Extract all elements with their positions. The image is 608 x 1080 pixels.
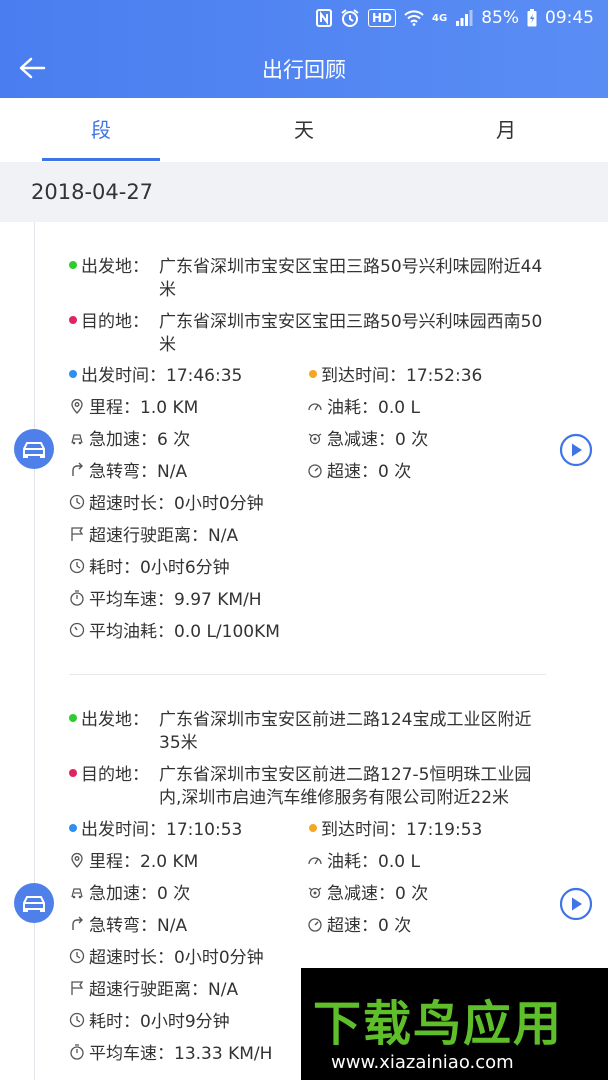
depart-time: 出发时间：17:46:35 bbox=[69, 364, 242, 388]
brake-icon bbox=[308, 887, 322, 899]
overspeed-distance: 超速行驶距离：N/A bbox=[69, 978, 238, 1002]
hard-accel: 急加速：6 次 bbox=[69, 428, 190, 452]
origin-address: 广东省深圳市宝安区前进二路124宝成工业区附近35米 bbox=[159, 710, 532, 753]
duration: 耗时：0小时9分钟 bbox=[69, 1010, 230, 1034]
app-header: HD 4G 85% 09:45 出行回顾 bbox=[0, 0, 608, 98]
active-tab-indicator bbox=[42, 158, 160, 161]
origin-address: 广东省深圳市宝安区宝田三路50号兴利味园附近44米 bbox=[159, 257, 543, 300]
battery-icon bbox=[527, 9, 537, 27]
fuel-gauge-icon bbox=[69, 622, 85, 638]
destination-address: 广东省深圳市宝安区宝田三路50号兴利味园西南50米 bbox=[159, 312, 543, 355]
clock-icon bbox=[69, 558, 85, 574]
gauge-icon bbox=[308, 857, 322, 865]
hd-badge: HD bbox=[368, 9, 397, 27]
date-header: 2018-04-27 bbox=[0, 162, 608, 222]
play-icon bbox=[559, 887, 593, 921]
car-icon bbox=[14, 883, 54, 923]
title-bar: 出行回顾 bbox=[0, 38, 608, 98]
depart-dot-icon bbox=[69, 370, 77, 378]
trip-divider bbox=[69, 674, 546, 675]
trip-origin: 出发地： 广东省深圳市宝安区前进二路124宝成工业区附近35米 bbox=[69, 709, 549, 753]
location-pin-icon bbox=[71, 852, 83, 868]
destination-dot-icon bbox=[69, 769, 77, 777]
arrive-time: 到达时间：17:19:53 bbox=[309, 818, 482, 842]
turn-arrow-icon bbox=[72, 462, 83, 476]
mileage: 里程：2.0 KM bbox=[69, 850, 198, 874]
location-pin-icon bbox=[71, 398, 83, 414]
playback-button[interactable] bbox=[559, 433, 593, 467]
battery-percent: 85% bbox=[481, 8, 519, 28]
overspeed: 超速：0 次 bbox=[307, 460, 411, 484]
acceleration-icon bbox=[71, 434, 83, 445]
speedometer-icon bbox=[308, 918, 322, 932]
hard-brake: 急减速：0 次 bbox=[307, 882, 428, 906]
gauge-icon bbox=[308, 403, 322, 411]
watermark: 下载鸟应用 www.xiazainiao.com bbox=[301, 968, 608, 1080]
turn-arrow-icon bbox=[72, 916, 83, 930]
fuel: 油耗：0.0 L bbox=[307, 850, 420, 874]
duration: 耗时：0小时6分钟 bbox=[69, 556, 230, 580]
tab-day[interactable]: 天 bbox=[244, 98, 364, 162]
speedometer-icon bbox=[308, 464, 322, 478]
status-bar: HD 4G 85% 09:45 bbox=[0, 0, 608, 38]
trip-destination: 目的地： 广东省深圳市宝安区宝田三路50号兴利味园西南50米 bbox=[69, 311, 549, 355]
watermark-url: www.xiazainiao.com bbox=[331, 1052, 514, 1073]
mileage: 里程：1.0 KM bbox=[69, 396, 198, 420]
signal-icon bbox=[455, 10, 473, 26]
tab-segment[interactable]: 段 bbox=[41, 98, 161, 162]
flag-icon bbox=[71, 981, 84, 995]
timeline-line bbox=[34, 222, 35, 1080]
period-tabs: 段 天 月 bbox=[0, 98, 608, 162]
fuel: 油耗：0.0 L bbox=[307, 396, 420, 420]
trip-origin: 出发地： 广东省深圳市宝安区宝田三路50号兴利味园附近44米 bbox=[69, 256, 549, 300]
tab-month[interactable]: 月 bbox=[446, 98, 566, 162]
brake-icon bbox=[308, 433, 322, 445]
nfc-icon bbox=[316, 9, 333, 27]
stopwatch-icon bbox=[70, 1044, 84, 1060]
arrive-time: 到达时间：17:52:36 bbox=[309, 364, 482, 388]
wifi-icon bbox=[404, 10, 424, 26]
avg-speed: 平均车速：13.33 KM/H bbox=[69, 1042, 272, 1066]
clock-icon bbox=[69, 1012, 85, 1028]
overspeed-duration: 超速时长：0小时0分钟 bbox=[69, 492, 264, 516]
trip-destination: 目的地： 广东省深圳市宝安区前进二路127-5恒明珠工业园内,深圳市启迪汽车维修… bbox=[69, 764, 549, 808]
destination-address: 广东省深圳市宝安区前进二路127-5恒明珠工业园内,深圳市启迪汽车维修服务有限公… bbox=[159, 765, 532, 808]
alarm-icon bbox=[340, 8, 360, 28]
sharp-turn: 急转弯：N/A bbox=[69, 460, 187, 484]
arrive-dot-icon bbox=[309, 824, 317, 832]
avg-fuel: 平均油耗：0.0 L/100KM bbox=[69, 620, 280, 644]
depart-dot-icon bbox=[69, 824, 77, 832]
date-label: 2018-04-27 bbox=[31, 180, 154, 204]
avg-speed: 平均车速：9.97 KM/H bbox=[69, 588, 262, 612]
arrive-dot-icon bbox=[309, 370, 317, 378]
car-icon bbox=[14, 429, 54, 469]
destination-dot-icon bbox=[69, 316, 77, 324]
hard-accel: 急加速：0 次 bbox=[69, 882, 190, 906]
status-time: 09:45 bbox=[545, 8, 594, 28]
acceleration-icon bbox=[71, 888, 83, 899]
flag-icon bbox=[71, 527, 84, 541]
clock-icon bbox=[69, 494, 85, 510]
clock-icon bbox=[69, 948, 85, 964]
stopwatch-icon bbox=[70, 590, 84, 606]
overspeed-duration: 超速时长：0小时0分钟 bbox=[69, 946, 264, 970]
watermark-brand: 下载鸟应用 bbox=[313, 996, 564, 1052]
overspeed: 超速：0 次 bbox=[307, 914, 411, 938]
overspeed-distance: 超速行驶距离：N/A bbox=[69, 524, 238, 548]
depart-time: 出发时间：17:10:53 bbox=[69, 818, 242, 842]
origin-dot-icon bbox=[69, 261, 77, 269]
sharp-turn: 急转弯：N/A bbox=[69, 914, 187, 938]
page-title: 出行回顾 bbox=[262, 58, 346, 82]
hard-brake: 急减速：0 次 bbox=[307, 428, 428, 452]
play-icon bbox=[559, 433, 593, 467]
playback-button[interactable] bbox=[559, 887, 593, 921]
origin-dot-icon bbox=[69, 714, 77, 722]
4g-badge: 4G bbox=[432, 12, 448, 24]
